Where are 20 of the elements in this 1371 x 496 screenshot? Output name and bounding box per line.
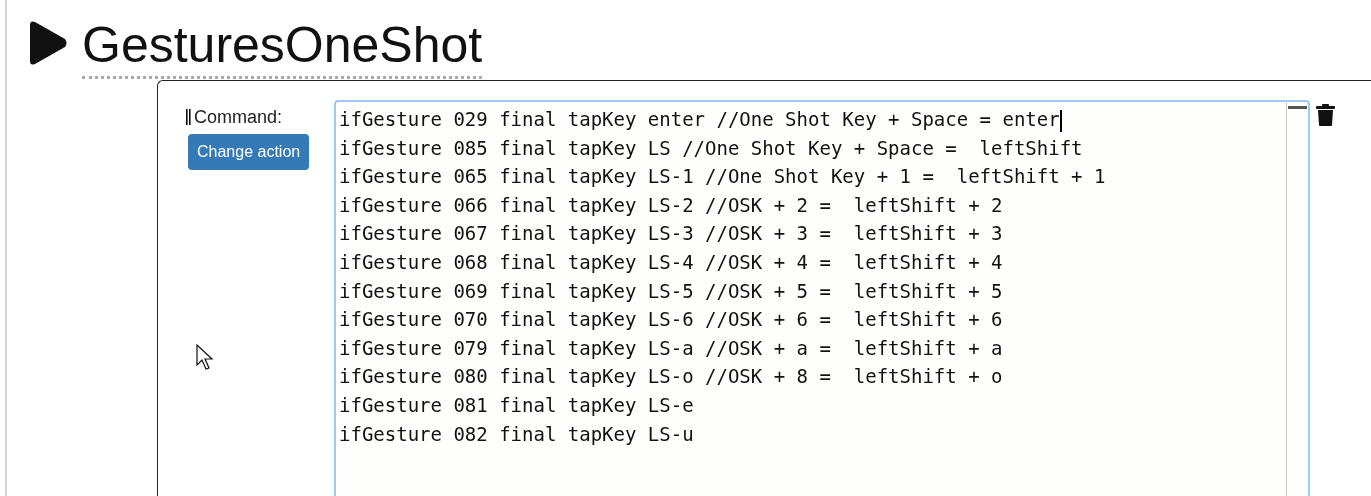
mouse-pointer-icon — [196, 344, 216, 372]
code-line: ifGesture 070 final tapKey LS-6 //OSK + 6 = leftShift + 6 — [339, 307, 1003, 333]
code-line: ifGesture 068 final tapKey LS-4 //OSK + 4 = leftShift + 4 — [339, 249, 1003, 275]
command-label: Command: — [194, 106, 283, 128]
drag-handle-icon[interactable] — [186, 109, 191, 125]
code-line: ifGesture 079 final tapKey LS-a //OSK + a = leftShift + a — [339, 335, 1003, 361]
code-line: ifGesture 066 final tapKey LS-2 //OSK + 2 = leftShift + 2 — [339, 192, 1003, 218]
change-action-button[interactable]: Change action — [188, 134, 310, 170]
code-line: ifGesture 029 final tapKey enter //One Shot Key + Space = enter — [339, 107, 1062, 134]
code-line: ifGesture 085 final tapKey LS //One Shot Key + Space = leftShift — [339, 135, 1083, 161]
code-line: ifGesture 080 final tapKey LS-o //OSK + 8 = leftShift + o — [339, 364, 1003, 390]
play-icon[interactable] — [28, 20, 68, 66]
code-line: ifGesture 065 final tapKey LS-1 //One Shot Key + 1 = leftShift + 1 — [339, 164, 1106, 190]
command-editor[interactable] — [334, 100, 1310, 496]
code-line: ifGesture 082 final tapKey LS-u — [339, 421, 694, 447]
trash-icon[interactable] — [1316, 104, 1335, 126]
scrollbar[interactable] — [1286, 102, 1308, 496]
code-line: ifGesture 081 final tapKey LS-e — [339, 392, 694, 418]
code-line: ifGesture 069 final tapKey LS-5 //OSK + 5 = leftShift + 5 — [339, 278, 1003, 304]
code-line: ifGesture 067 final tapKey LS-3 //OSK + 3 = leftShift + 3 — [339, 221, 1003, 247]
